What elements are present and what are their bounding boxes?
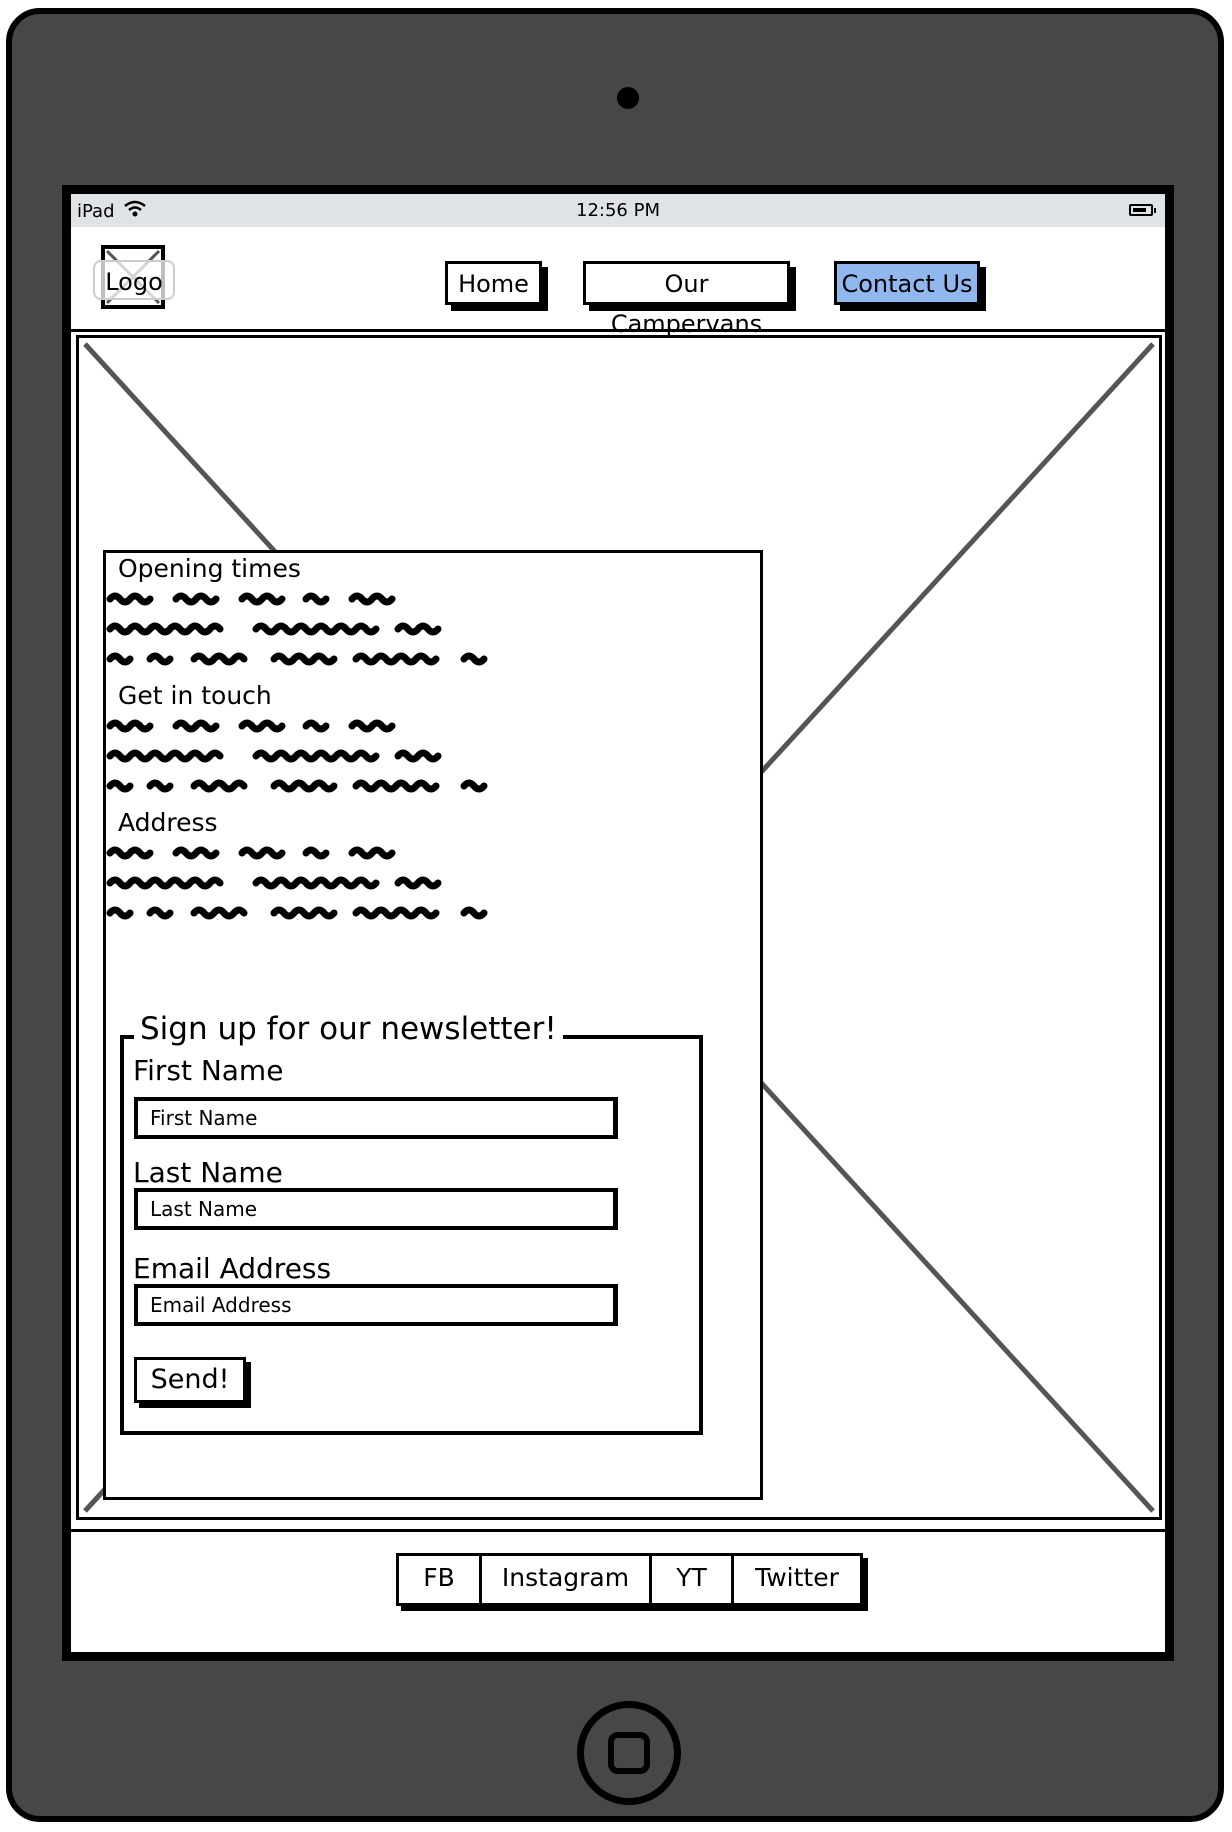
newsletter-form: Sign up for our newsletter! First Name L…: [120, 1011, 703, 1435]
send-button[interactable]: Send!: [134, 1357, 246, 1403]
site-header: Logo Home Our Campervans Contact Us: [71, 227, 1165, 338]
email-field[interactable]: [134, 1284, 618, 1326]
first-name-field[interactable]: [134, 1097, 618, 1139]
social-yt-link[interactable]: YT: [652, 1556, 734, 1603]
first-name-label: First Name: [133, 1054, 284, 1087]
camera-icon: [617, 87, 639, 109]
address-heading: Address: [118, 808, 218, 837]
ipad-frame: iPad 12:56 PM Logo Home Our Campervans C…: [6, 8, 1224, 1822]
status-time: 12:56 PM: [576, 200, 660, 221]
social-fb-link[interactable]: FB: [399, 1556, 482, 1603]
get-in-touch-text: [106, 719, 488, 793]
status-bar: iPad 12:56 PM: [71, 194, 1165, 227]
battery-icon: [1129, 204, 1156, 216]
get-in-touch-heading: Get in touch: [118, 681, 272, 710]
last-name-label: Last Name: [133, 1156, 283, 1189]
email-address-label: Email Address: [133, 1252, 332, 1285]
opening-times-heading: Opening times: [118, 554, 301, 583]
header-divider: [71, 329, 1165, 332]
social-twitter-link[interactable]: Twitter: [734, 1556, 860, 1603]
nav-campervans-button[interactable]: Our Campervans: [583, 261, 790, 338]
social-links: FB Instagram YT Twitter: [396, 1553, 863, 1606]
hero-image-placeholder: Opening times Get in touch Address Sign …: [76, 335, 1162, 1520]
logo-label: Logo: [93, 260, 175, 300]
opening-times-text: [106, 592, 488, 666]
address-text: [106, 846, 488, 920]
nav-contact-button[interactable]: Contact Us: [834, 261, 980, 305]
social-instagram-link[interactable]: Instagram: [482, 1556, 652, 1603]
screen: iPad 12:56 PM Logo Home Our Campervans C…: [62, 185, 1174, 1661]
nav-home-button[interactable]: Home: [445, 261, 542, 305]
footer-divider: [71, 1529, 1165, 1532]
home-button-icon[interactable]: [577, 1701, 681, 1805]
newsletter-legend: Sign up for our newsletter!: [134, 1011, 563, 1047]
info-panel: Opening times Get in touch Address Sign …: [103, 550, 763, 1500]
last-name-field[interactable]: [134, 1188, 618, 1230]
